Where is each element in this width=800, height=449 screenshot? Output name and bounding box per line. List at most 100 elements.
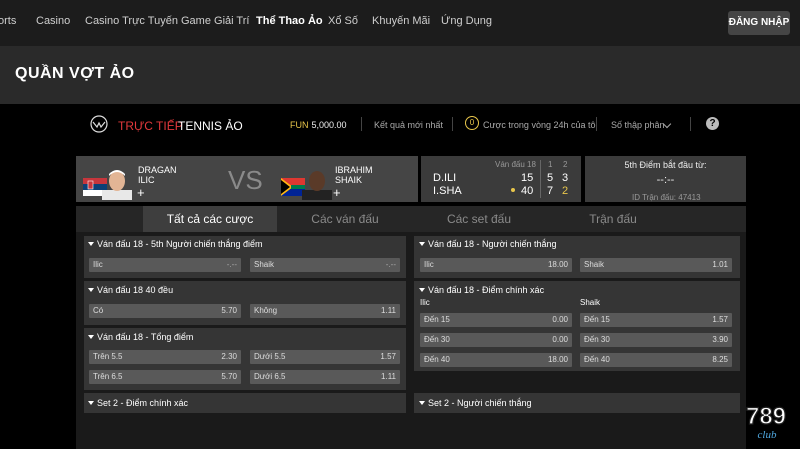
divider bbox=[540, 160, 541, 198]
odds-value: 3.90 bbox=[712, 335, 728, 344]
odds-value: 0.00 bbox=[552, 315, 568, 324]
player1-first-name: DRAGAN bbox=[138, 165, 177, 175]
collapse-arrow-icon[interactable] bbox=[419, 401, 425, 405]
odds-format-dropdown[interactable]: Số thập phân bbox=[611, 120, 665, 130]
player2-name: IBRAHIM SHAIK bbox=[335, 165, 373, 185]
nav-item-casino[interactable]: Casino bbox=[36, 15, 70, 27]
odds-button[interactable]: Shaik 1.01 bbox=[580, 258, 732, 272]
odds-value: 5.70 bbox=[221, 372, 237, 381]
login-button[interactable]: ĐĂNG NHẬP bbox=[728, 11, 790, 35]
fun-balance: FUN 5,000.00 bbox=[290, 120, 347, 130]
market-title[interactable]: Ván đấu 18 - Tổng điểm bbox=[97, 332, 193, 342]
market-title[interactable]: Ván đấu 18 - Điểm chính xác bbox=[428, 285, 544, 295]
nav-item-promotions[interactable]: Khuyến Mãi bbox=[372, 15, 430, 27]
nav-item-apps[interactable]: Ứng Dụng bbox=[441, 15, 492, 27]
scoreboard-player1-name: D.ILI bbox=[433, 172, 457, 184]
odds-button[interactable]: Dưới 5.5 1.57 bbox=[250, 350, 400, 364]
odds-button[interactable]: Trên 5.5 2.30 bbox=[89, 350, 241, 364]
odds-button[interactable]: Đến 15 1.57 bbox=[580, 313, 732, 327]
tab-match[interactable]: Trận đấu bbox=[546, 206, 680, 232]
odds-button[interactable]: Ilic -.-- bbox=[89, 258, 241, 272]
nav-item-lottery[interactable]: Xổ Số bbox=[328, 15, 358, 27]
player1-last-name: ILIC bbox=[138, 175, 155, 185]
odds-label: Shaik bbox=[584, 260, 605, 269]
odds-label: Đến 30 bbox=[584, 335, 610, 344]
page-title-bar: QUẦN VỢT ẢO bbox=[0, 46, 800, 104]
scoreboard-player2-name: I.SHA bbox=[433, 185, 462, 197]
player2-last-name: SHAIK bbox=[335, 175, 363, 185]
help-icon[interactable]: ? bbox=[706, 117, 719, 130]
odds-label: Dưới 6.5 bbox=[254, 372, 286, 381]
tennis-logo-icon bbox=[90, 115, 108, 133]
odds-label: Không bbox=[254, 306, 278, 315]
match-panel: + DRAGAN ILIC VS + IBRAHIM SHAIK bbox=[76, 156, 418, 202]
brand-badge-logo: 789 club bbox=[745, 402, 786, 441]
player2-set1: 7 bbox=[547, 185, 554, 197]
match-id-value: 47413 bbox=[678, 193, 701, 202]
odds-value: 8.25 bbox=[712, 355, 728, 364]
odds-label: Ilic bbox=[93, 260, 103, 269]
odds-button[interactable]: Trên 6.5 5.70 bbox=[89, 370, 241, 384]
collapse-arrow-icon[interactable] bbox=[88, 242, 94, 246]
odds-label: Dưới 5.5 bbox=[254, 352, 286, 361]
nav-item-sports[interactable]: orts bbox=[0, 15, 16, 27]
collapse-arrow-icon[interactable] bbox=[88, 335, 94, 339]
player1-add-icon[interactable]: + bbox=[137, 186, 145, 199]
market-title[interactable]: Ván đấu 18 40 đều bbox=[97, 285, 173, 295]
match-id: ID Trận đấu: 47413 bbox=[632, 193, 701, 202]
tab-games[interactable]: Các ván đấu bbox=[278, 206, 412, 232]
odds-label: Ilic bbox=[424, 260, 434, 269]
odds-button[interactable]: Đến 15 0.00 bbox=[420, 313, 572, 327]
odds-value: 1.11 bbox=[381, 306, 396, 315]
player2-set2: 2 bbox=[562, 185, 569, 197]
player1-set1: 5 bbox=[547, 172, 554, 184]
set2-header: 2 bbox=[563, 160, 568, 169]
nav-item-virtual-sports[interactable]: Thể Thao Ảo bbox=[256, 15, 323, 27]
svg-text:789: 789 bbox=[746, 403, 786, 430]
divider bbox=[361, 117, 362, 131]
market-title[interactable]: Set 2 - Điểm chính xác bbox=[97, 398, 188, 408]
odds-label: Có bbox=[93, 306, 104, 315]
nav-item-games[interactable]: Game Giải Trí bbox=[181, 15, 249, 27]
odds-button[interactable]: Shaik -.-- bbox=[250, 258, 400, 272]
player1-name: DRAGAN ILIC bbox=[138, 165, 177, 185]
next-point-title: 5th Điểm bắt đầu từ: bbox=[624, 160, 707, 170]
market-title[interactable]: Ván đấu 18 - Người chiến thắng bbox=[428, 239, 557, 249]
scoreboard-game-label: Ván đấu 18 bbox=[495, 160, 536, 169]
odds-button[interactable]: Ilic 18.00 bbox=[420, 258, 572, 272]
odds-button[interactable]: Đến 30 0.00 bbox=[420, 333, 572, 347]
odds-value: -.-- bbox=[226, 260, 237, 269]
collapse-arrow-icon[interactable] bbox=[419, 288, 425, 292]
odds-button[interactable]: Không 1.11 bbox=[250, 304, 400, 318]
market-title[interactable]: Ván đấu 18 - 5th Người chiến thắng điểm bbox=[97, 239, 263, 249]
player2-add-icon[interactable]: + bbox=[333, 186, 341, 199]
collapse-arrow-icon[interactable] bbox=[419, 242, 425, 246]
odds-button[interactable]: Dưới 6.5 1.11 bbox=[250, 370, 400, 384]
collapse-arrow-icon[interactable] bbox=[88, 401, 94, 405]
latest-results-link[interactable]: Kết quả mới nhất bbox=[374, 120, 443, 130]
column-label-right: Shaik bbox=[580, 298, 601, 307]
live-label: TRỰC TIẾP bbox=[118, 119, 183, 133]
set1-header: 1 bbox=[548, 160, 553, 169]
odds-label: Đến 15 bbox=[584, 315, 610, 324]
odds-label: Trên 6.5 bbox=[93, 372, 123, 381]
odds-value: 5.70 bbox=[221, 306, 237, 315]
odds-button[interactable]: Đến 40 18.00 bbox=[420, 353, 572, 367]
market-title[interactable]: Set 2 - Người chiến thắng bbox=[428, 398, 531, 408]
odds-label: Đến 40 bbox=[584, 355, 610, 364]
my-bets-link[interactable]: Cược trong vòng 24h của tôi bbox=[483, 120, 598, 130]
odds-value: 1.11 bbox=[381, 372, 396, 381]
odds-value: 1.57 bbox=[712, 315, 728, 324]
serving-indicator-icon bbox=[511, 188, 515, 192]
player2-avatar bbox=[302, 171, 332, 200]
tab-sets[interactable]: Các set đấu bbox=[412, 206, 546, 232]
top-nav: orts Casino Casino Trực Tuyến Game Giải … bbox=[0, 0, 800, 46]
collapse-arrow-icon[interactable] bbox=[88, 288, 94, 292]
odds-button[interactable]: Đến 40 8.25 bbox=[580, 353, 732, 367]
nav-item-live-casino[interactable]: Casino Trực Tuyến bbox=[85, 15, 178, 27]
tab-all-bets[interactable]: Tất cả các cược bbox=[143, 206, 277, 232]
odds-button[interactable]: Có 5.70 bbox=[89, 304, 241, 318]
column-label-left: Ilic bbox=[420, 298, 430, 307]
odds-label: Đến 30 bbox=[424, 335, 450, 344]
odds-button[interactable]: Đến 30 3.90 bbox=[580, 333, 732, 347]
